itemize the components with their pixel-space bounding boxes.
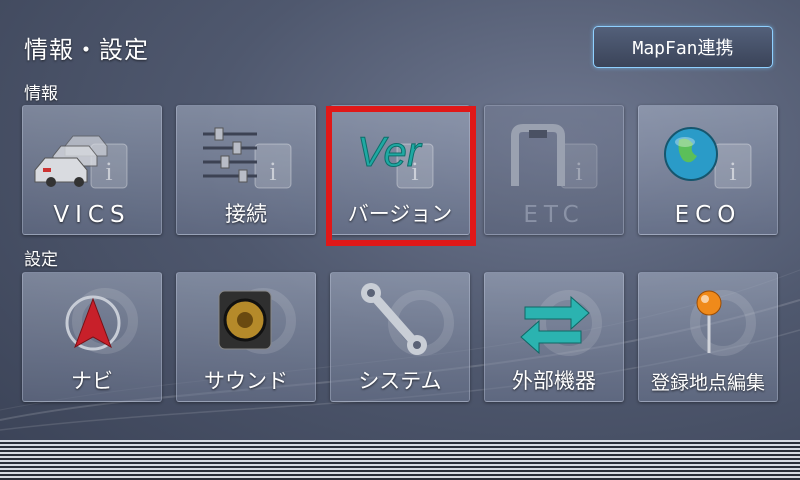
external-device-arrows-icon — [520, 290, 602, 356]
tile-eco-label: ECO — [674, 202, 742, 228]
section-label-info: 情報 — [24, 84, 58, 104]
eco-globe-icon: i — [664, 127, 752, 189]
tile-etc: i ETC — [484, 105, 624, 235]
selection-highlight — [326, 106, 476, 246]
section-label-settings: 設定 — [24, 250, 58, 270]
vics-traffic-cars-icon: i — [34, 135, 128, 189]
svg-text:i: i — [269, 157, 276, 186]
footer-scanlines — [0, 440, 800, 480]
mapfan-link-button[interactable]: MapFan連携 — [593, 26, 773, 68]
tile-registered-points[interactable]: 登録地点編集 — [638, 272, 778, 402]
svg-text:i: i — [575, 157, 582, 186]
tile-eco[interactable]: i ECO — [638, 105, 778, 235]
tile-vics[interactable]: i VICS — [22, 105, 162, 235]
tile-connection-label: 接続 — [225, 202, 267, 226]
tile-external-device-label: 外部機器 — [512, 369, 596, 393]
tile-system[interactable]: システム — [330, 272, 470, 402]
tile-connection[interactable]: i 接続 — [176, 105, 316, 235]
tile-external-device[interactable]: 外部機器 — [484, 272, 624, 402]
etc-gate-icon: i — [511, 124, 598, 189]
wrench-icon — [361, 283, 454, 356]
map-pin-icon — [690, 290, 756, 356]
tile-sound[interactable]: サウンド — [176, 272, 316, 402]
connection-sliders-icon: i — [203, 127, 292, 189]
svg-text:i: i — [105, 157, 112, 186]
tile-vics-label: VICS — [53, 202, 131, 228]
tile-navi-label: ナビ — [71, 369, 113, 393]
page-title: 情報・設定 — [24, 36, 149, 64]
tile-sound-label: サウンド — [204, 369, 288, 393]
navi-arrow-icon — [65, 288, 138, 354]
tile-navi[interactable]: ナビ — [22, 272, 162, 402]
tile-etc-label: ETC — [523, 202, 585, 228]
speaker-icon — [218, 288, 296, 354]
tile-system-label: システム — [358, 369, 442, 393]
svg-text:i: i — [729, 157, 736, 186]
tile-registered-points-label: 登録地点編集 — [650, 372, 765, 394]
